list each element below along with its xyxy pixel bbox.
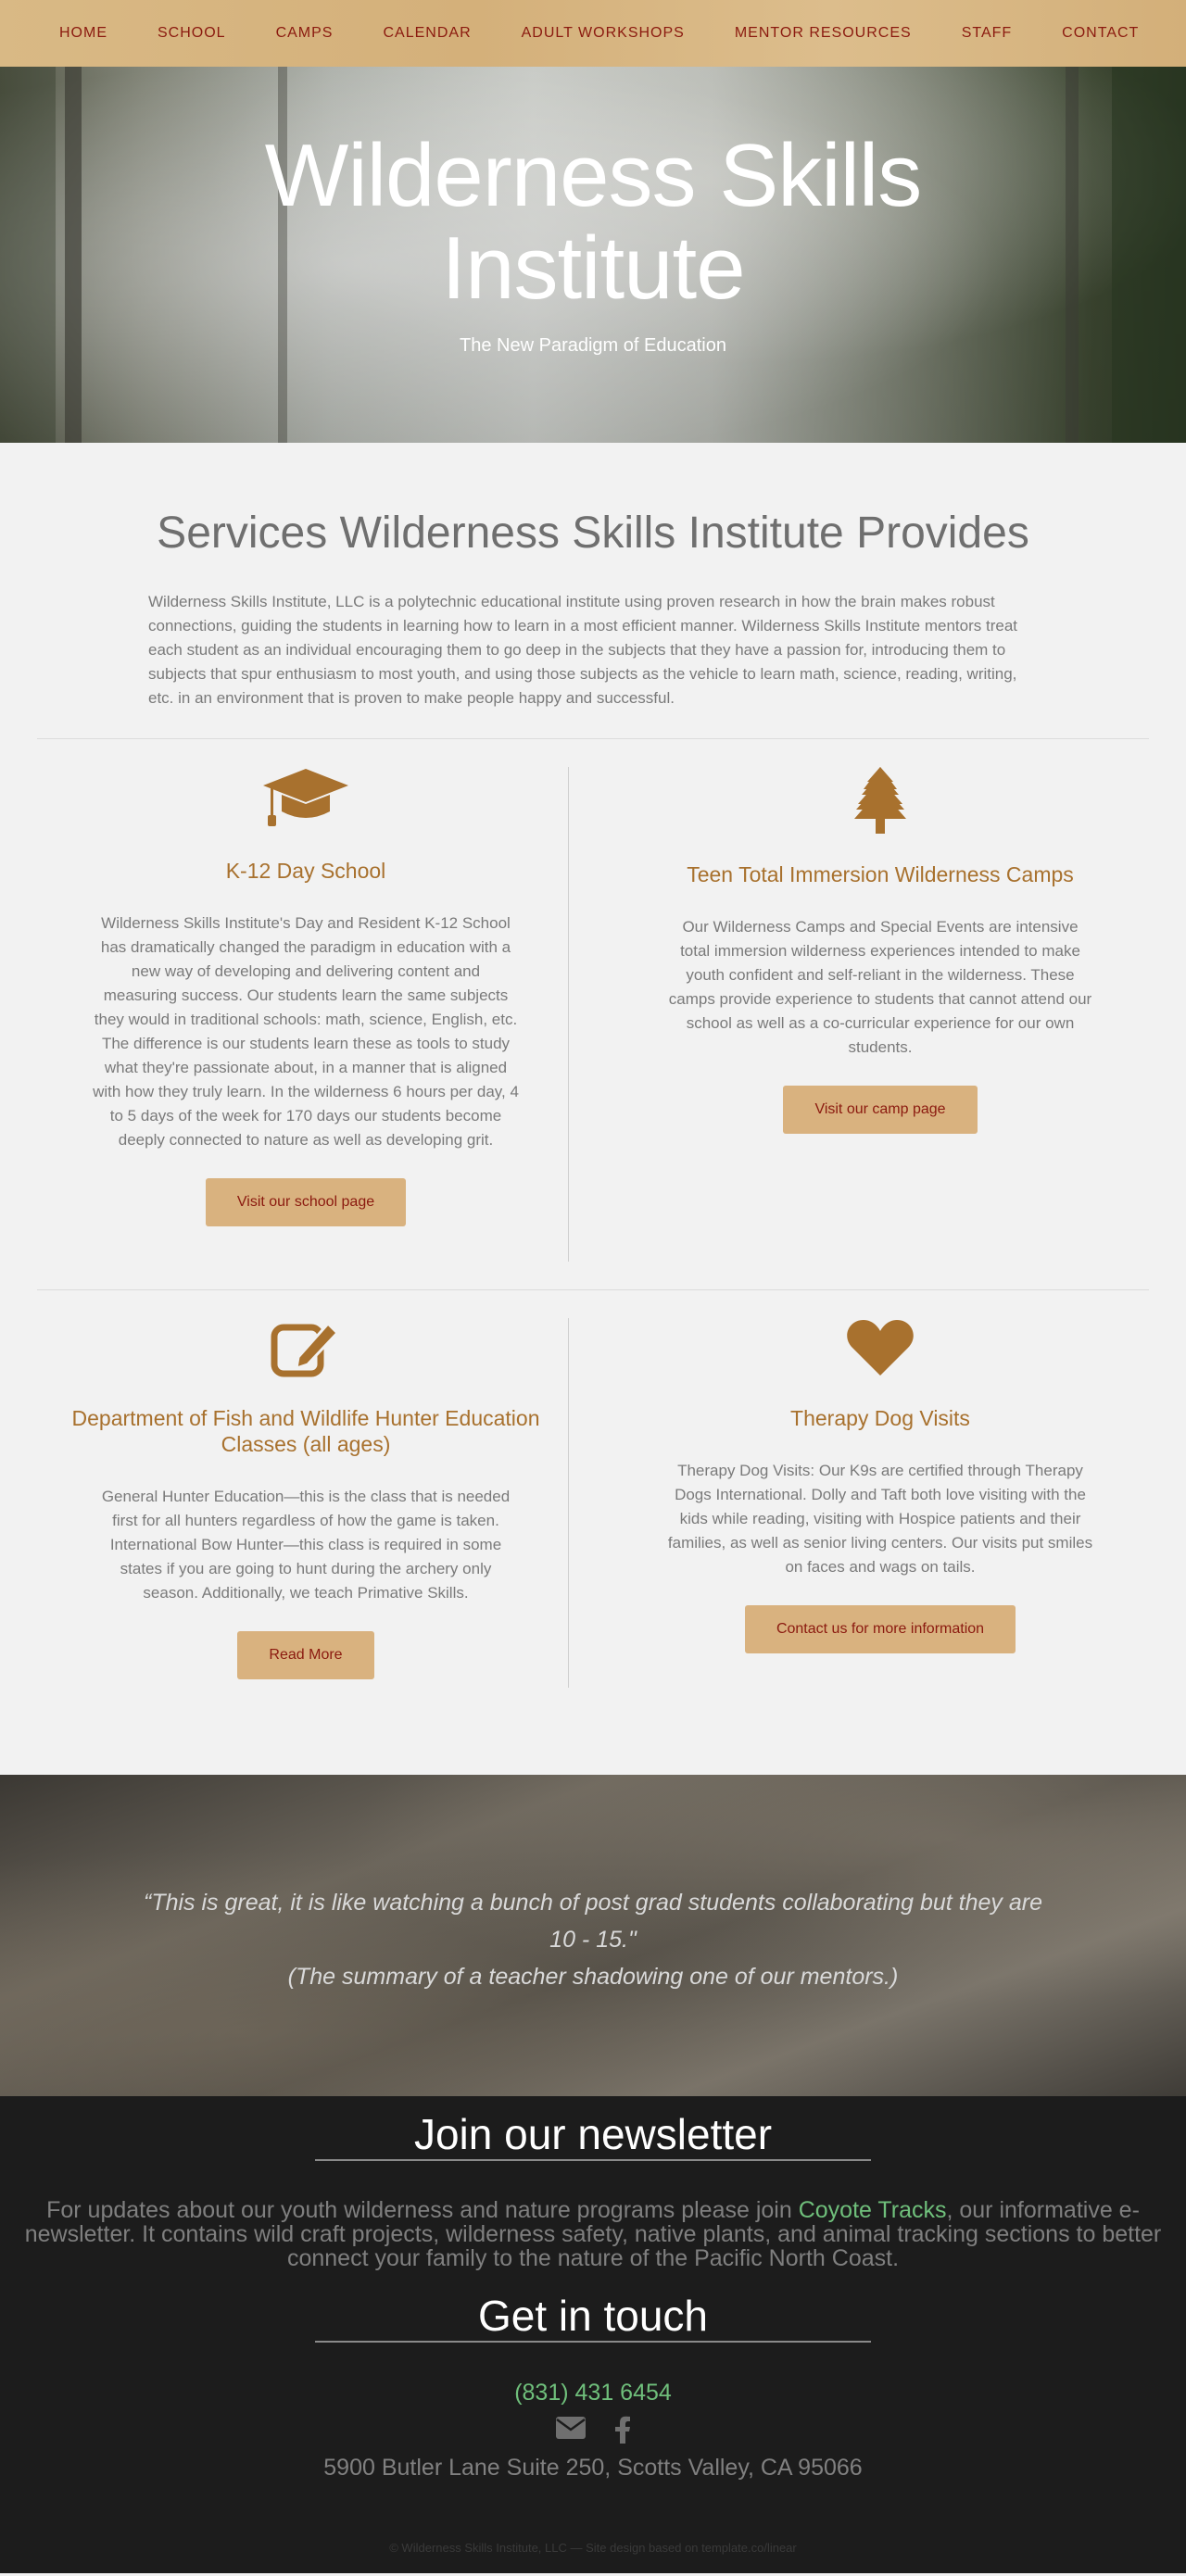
read-more-button[interactable]: Read More bbox=[237, 1631, 374, 1679]
site-title: Wilderness Skills Institute bbox=[0, 130, 1186, 315]
camp-page-button[interactable]: Visit our camp page bbox=[783, 1086, 978, 1134]
nav-contact[interactable]: CONTACT bbox=[1062, 25, 1139, 42]
service-card-camps: Teen Total Immersion Wilderness Camps Ou… bbox=[612, 739, 1149, 1289]
heart-icon bbox=[847, 1320, 914, 1376]
testimonial-attribution: (The summary of a teacher shadowing one … bbox=[287, 1964, 899, 1990]
facebook-icon[interactable] bbox=[614, 2416, 631, 2444]
site-tagline: The New Paradigm of Education bbox=[460, 335, 726, 356]
service-card-school: K-12 Day School Wilderness Skills Instit… bbox=[37, 739, 574, 1289]
newsletter-title: Join our newsletter bbox=[413, 2110, 773, 2158]
nav-home[interactable]: HOME bbox=[59, 25, 107, 42]
card-text: Wilderness Skills Institute's Day and Re… bbox=[93, 914, 519, 1149]
card-title: Therapy Dog Visits bbox=[790, 1406, 970, 1430]
address: 5900 Butler Lane Suite 250, Scotts Valle… bbox=[323, 2455, 863, 2481]
site-title-line2: Institute bbox=[441, 219, 745, 318]
site-title-line1: Wilderness Skills bbox=[264, 126, 922, 225]
title-underline bbox=[315, 2159, 871, 2161]
nav-adult-workshops[interactable]: ADULT WORKSHOPS bbox=[522, 25, 685, 42]
column-divider bbox=[568, 1318, 569, 1688]
services-intro: Wilderness Skills Institute, LLC is a po… bbox=[148, 593, 1018, 707]
tree-icon bbox=[854, 767, 906, 834]
copyright: © Wilderness Skills Institute, LLC — Sit… bbox=[389, 2541, 797, 2555]
top-nav: HOME SCHOOL CAMPS CALENDAR ADULT WORKSHO… bbox=[0, 0, 1186, 67]
services-row: K-12 Day School Wilderness Skills Instit… bbox=[37, 739, 1149, 1289]
social-links bbox=[0, 2416, 1186, 2444]
services-section: Services Wilderness Skills Institute Pro… bbox=[0, 443, 1186, 1775]
testimonial-quote: “This is great, it is like watching a bu… bbox=[130, 1884, 1056, 1995]
nav-calendar[interactable]: CALENDAR bbox=[383, 25, 471, 42]
phone-link[interactable]: (831) 431 6454 bbox=[0, 2380, 1186, 2406]
services-row: Department of Fish and Wildlife Hunter E… bbox=[37, 1290, 1149, 1775]
card-title: Department of Fish and Wildlife Hunter E… bbox=[71, 1406, 540, 1456]
nav-mentor-resources[interactable]: MENTOR RESOURCES bbox=[735, 25, 912, 42]
column-divider bbox=[568, 767, 569, 1262]
contact-info-button[interactable]: Contact us for more information bbox=[744, 1605, 1016, 1653]
card-title: K-12 Day School bbox=[225, 859, 386, 883]
card-text: General Hunter Education—this is the cla… bbox=[101, 1488, 511, 1602]
nav-staff[interactable]: STAFF bbox=[962, 25, 1012, 42]
nav-school[interactable]: SCHOOL bbox=[158, 25, 226, 42]
coyote-tracks-link[interactable]: Coyote Tracks bbox=[799, 2197, 947, 2223]
nav-camps[interactable]: CAMPS bbox=[276, 25, 334, 42]
testimonial-section: “This is great, it is like watching a bu… bbox=[0, 1775, 1186, 2096]
footer: Join our newsletter For updates about ou… bbox=[0, 2096, 1186, 2573]
graduation-cap-icon bbox=[263, 769, 348, 826]
service-card-hunter-education: Department of Fish and Wildlife Hunter E… bbox=[37, 1290, 574, 1775]
card-text: Our Wilderness Camps and Special Events … bbox=[668, 918, 1092, 1056]
title-underline bbox=[315, 2341, 871, 2343]
card-text: Therapy Dog Visits: Our K9s are certifie… bbox=[667, 1462, 1093, 1576]
contact-title: Get in touch bbox=[477, 2292, 709, 2340]
school-page-button[interactable]: Visit our school page bbox=[205, 1178, 407, 1226]
edit-icon bbox=[271, 1321, 340, 1377]
newsletter-text: For updates about our youth wilderness a… bbox=[19, 2198, 1167, 2270]
envelope-icon[interactable] bbox=[555, 2416, 587, 2440]
services-title: Services Wilderness Skills Institute Pro… bbox=[157, 509, 1029, 558]
newsletter-text-part: For updates about our youth wilderness a… bbox=[46, 2197, 799, 2223]
testimonial-text: “This is great, it is like watching a bu… bbox=[144, 1890, 1042, 1953]
service-card-therapy-dog: Therapy Dog Visits Therapy Dog Visits: O… bbox=[612, 1290, 1149, 1775]
card-title: Teen Total Immersion Wilderness Camps bbox=[687, 862, 1074, 886]
